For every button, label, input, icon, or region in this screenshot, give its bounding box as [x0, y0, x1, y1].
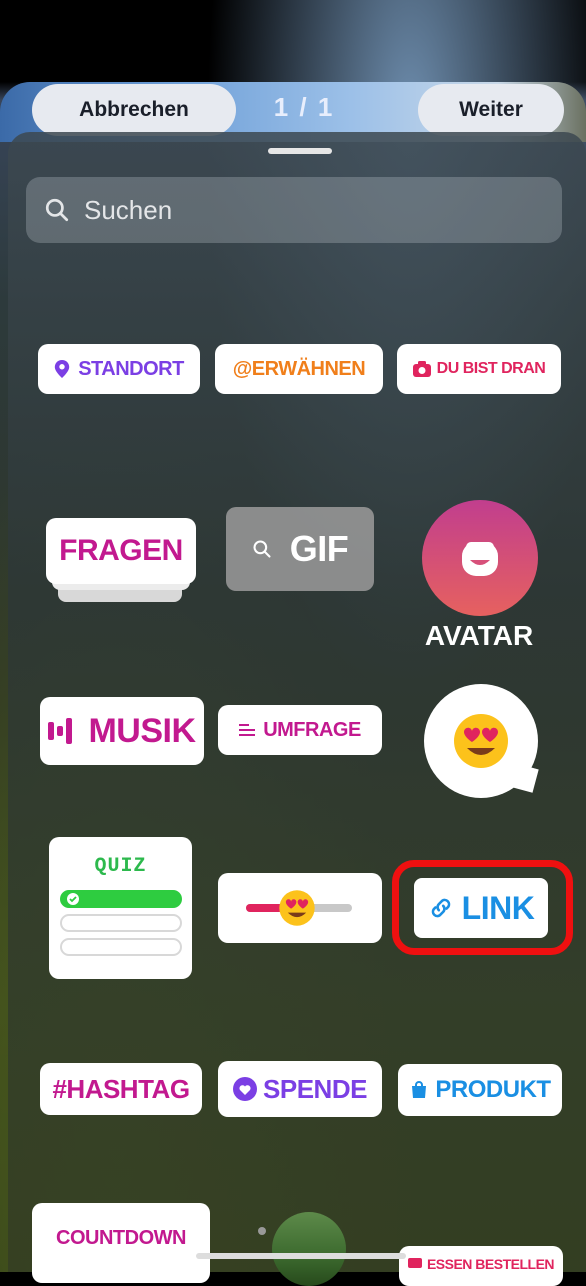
sticker-quiz-label: QUIZ — [94, 855, 147, 878]
heart-eyes-emoji-icon — [454, 714, 508, 768]
sticker-donation[interactable]: SPENDE — [218, 1061, 382, 1117]
food-bag-icon — [407, 1258, 422, 1268]
sticker-food-order[interactable]: ESSEN BESTELLEN — [399, 1246, 563, 1286]
home-indicator — [196, 1253, 406, 1259]
sticker-avatar-label: AVATAR — [424, 620, 534, 651]
dot-indicator — [258, 1227, 266, 1235]
sticker-your-turn-label: DU BIST DRAN — [436, 360, 546, 377]
sticker-product[interactable]: PRODUKT — [398, 1064, 562, 1116]
quiz-option — [59, 914, 182, 932]
sticker-mention[interactable]: @ERWÄHNEN — [215, 344, 383, 394]
cancel-label: Abbrechen — [79, 98, 189, 121]
cancel-button[interactable]: Abbrechen — [32, 84, 236, 136]
sticker-poll[interactable]: UMFRAGE — [218, 705, 382, 755]
sticker-emoji-reaction[interactable] — [424, 684, 538, 798]
camera-icon — [412, 361, 431, 377]
link-highlight-frame — [392, 860, 573, 955]
poll-lines-icon — [239, 724, 256, 736]
sticker-standort-label: STANDORT — [78, 357, 184, 380]
quiz-option-correct — [59, 890, 182, 908]
search-placeholder: Suchen — [84, 194, 173, 225]
sticker-gif-label: GIF — [289, 528, 349, 569]
sticker-questions-label: FRAGEN — [59, 534, 183, 567]
sticker-quiz[interactable]: QUIZ — [49, 837, 192, 979]
sticker-emoji-slider[interactable] — [218, 873, 382, 943]
next-button[interactable]: Weiter — [418, 84, 564, 136]
search-icon — [45, 198, 69, 222]
sticker-photo[interactable] — [272, 1212, 346, 1286]
location-pin-icon — [54, 360, 70, 378]
search-field[interactable]: Suchen — [26, 177, 562, 243]
sticker-avatar[interactable] — [422, 500, 538, 616]
sticker-food-order-label: ESSEN BESTELLEN — [426, 1256, 555, 1272]
heart-icon — [233, 1077, 258, 1101]
sheet-grabber[interactable] — [268, 148, 332, 154]
quiz-option — [59, 938, 182, 956]
sticker-music-label: MUSIK — [88, 711, 196, 750]
sticker-countdown-label: COUNTDOWN — [56, 1227, 186, 1249]
page-counter: 1 / 1 — [273, 92, 335, 122]
music-bars-icon — [48, 718, 73, 744]
sticker-donation-label: SPENDE — [263, 1073, 367, 1104]
search-icon — [253, 540, 271, 558]
sticker-mention-label: @ERWÄHNEN — [232, 357, 366, 380]
sticker-standort[interactable]: STANDORT — [38, 344, 200, 394]
sticker-hashtag[interactable]: #HASHTAG — [40, 1063, 202, 1115]
sticker-gif[interactable]: GIF — [226, 507, 374, 591]
avatar-face-icon — [462, 542, 498, 576]
sticker-questions[interactable]: FRAGEN — [46, 518, 196, 584]
sticker-hashtag-label: #HASHTAG — [52, 1073, 190, 1104]
sticker-music[interactable]: MUSIK — [40, 697, 204, 765]
sticker-product-label: PRODUKT — [435, 1076, 551, 1103]
check-icon — [66, 893, 79, 905]
sticker-countdown[interactable]: COUNTDOWN — [32, 1203, 210, 1283]
shopping-bag-icon — [412, 1081, 427, 1098]
heart-eyes-emoji-icon — [279, 890, 315, 926]
sticker-your-turn[interactable]: DU BIST DRAN — [397, 344, 561, 394]
next-label: Weiter — [459, 98, 523, 121]
sticker-poll-label: UMFRAGE — [263, 718, 361, 741]
